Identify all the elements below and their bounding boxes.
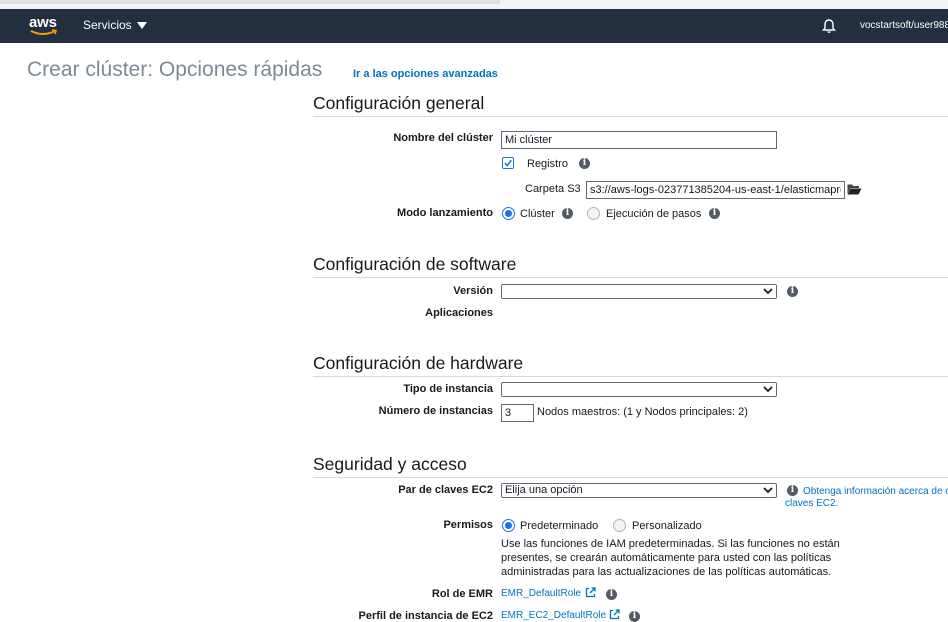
permissions-default-radio[interactable]: [502, 519, 515, 532]
info-icon[interactable]: i: [709, 208, 720, 219]
applications-label: Aplicaciones: [425, 307, 493, 319]
hardware-config-heading: Configuración de hardware: [313, 353, 948, 377]
general-config-heading: Configuración general: [313, 93, 948, 117]
launch-mode-cluster-radio[interactable]: [502, 207, 515, 220]
security-access-heading: Seguridad y acceso: [313, 454, 948, 478]
folder-open-icon[interactable]: [847, 183, 862, 195]
launch-mode-cluster-label: Clúster: [520, 208, 555, 220]
permissions-default-label: Predeterminado: [520, 520, 599, 532]
logging-label: Registro: [527, 158, 568, 170]
chevron-down-icon: [763, 288, 773, 295]
emr-role-link[interactable]: EMR_DefaultRole: [501, 588, 581, 599]
chevron-down-icon: [763, 386, 773, 393]
chevron-down-icon: [763, 487, 773, 494]
permissions-custom-label: Personalizado: [632, 520, 702, 532]
permissions-custom-radio[interactable]: [613, 519, 626, 532]
ec2-profile-link[interactable]: EMR_EC2_DefaultRole: [501, 610, 606, 621]
ec2-key-help-link[interactable]: Obtenga información acerca de c: [803, 486, 948, 497]
browser-top-strip: [0, 0, 948, 9]
info-icon[interactable]: i: [629, 611, 640, 622]
services-label: Servicios: [83, 18, 132, 32]
cluster-name-label: Nombre del clúster: [393, 132, 493, 144]
aws-logo[interactable]: aws: [29, 14, 59, 39]
checkmark-icon: [504, 159, 512, 167]
aws-navbar: aws Servicios vocstartsoft/user988: [0, 9, 948, 43]
caret-down-icon: [136, 22, 147, 30]
instance-count-input[interactable]: [501, 404, 534, 422]
version-label: Versión: [453, 285, 493, 297]
instance-type-label: Tipo de instancia: [403, 383, 493, 395]
emr-role-label: Rol de EMR: [431, 588, 493, 600]
permissions-label: Permisos: [443, 519, 493, 531]
scroll-shade: [0, 0, 500, 4]
bell-icon[interactable]: [821, 18, 837, 34]
info-icon[interactable]: i: [562, 208, 573, 219]
ec2-key-help-link-cont[interactable]: claves EC2.: [785, 498, 838, 509]
external-link-icon[interactable]: [585, 587, 596, 598]
page-title: Crear clúster: Opciones rápidas: [27, 58, 323, 81]
info-icon[interactable]: i: [787, 286, 798, 297]
ec2-key-pair-label: Par de claves EC2: [398, 484, 493, 496]
s3-folder-label: Carpeta S3: [525, 183, 581, 195]
info-icon[interactable]: i: [787, 485, 798, 496]
launch-mode-label: Modo lanzamiento: [397, 207, 493, 219]
version-select[interactable]: [501, 284, 777, 299]
instance-count-note: Nodos maestros: (1 y Nodos principales: …: [537, 406, 748, 418]
instance-type-select[interactable]: [501, 382, 777, 397]
account-menu[interactable]: vocstartsoft/user988: [860, 20, 948, 31]
ec2-key-pair-value: Elija una opción: [505, 484, 583, 496]
services-menu[interactable]: Servicios: [83, 18, 147, 32]
software-config-heading: Configuración de software: [313, 254, 948, 278]
logging-checkbox[interactable]: [502, 157, 514, 169]
launch-mode-steps-radio[interactable]: [587, 207, 600, 220]
ec2-profile-label: Perfil de instancia de EC2: [358, 610, 494, 622]
external-link-icon[interactable]: [609, 609, 620, 620]
info-icon[interactable]: i: [606, 589, 617, 600]
cluster-name-input[interactable]: [501, 131, 777, 149]
advanced-options-link[interactable]: Ir a las opciones avanzadas: [353, 68, 498, 80]
s3-folder-input[interactable]: [586, 181, 845, 199]
ec2-key-pair-select[interactable]: Elija una opción: [501, 483, 777, 498]
aws-smile-icon: [30, 29, 58, 35]
permissions-description: Use las funciones de IAM predeterminadas…: [501, 538, 840, 578]
info-icon[interactable]: i: [579, 158, 590, 169]
instance-count-label: Número de instancias: [378, 405, 493, 417]
launch-mode-steps-label: Ejecución de pasos: [606, 208, 702, 220]
